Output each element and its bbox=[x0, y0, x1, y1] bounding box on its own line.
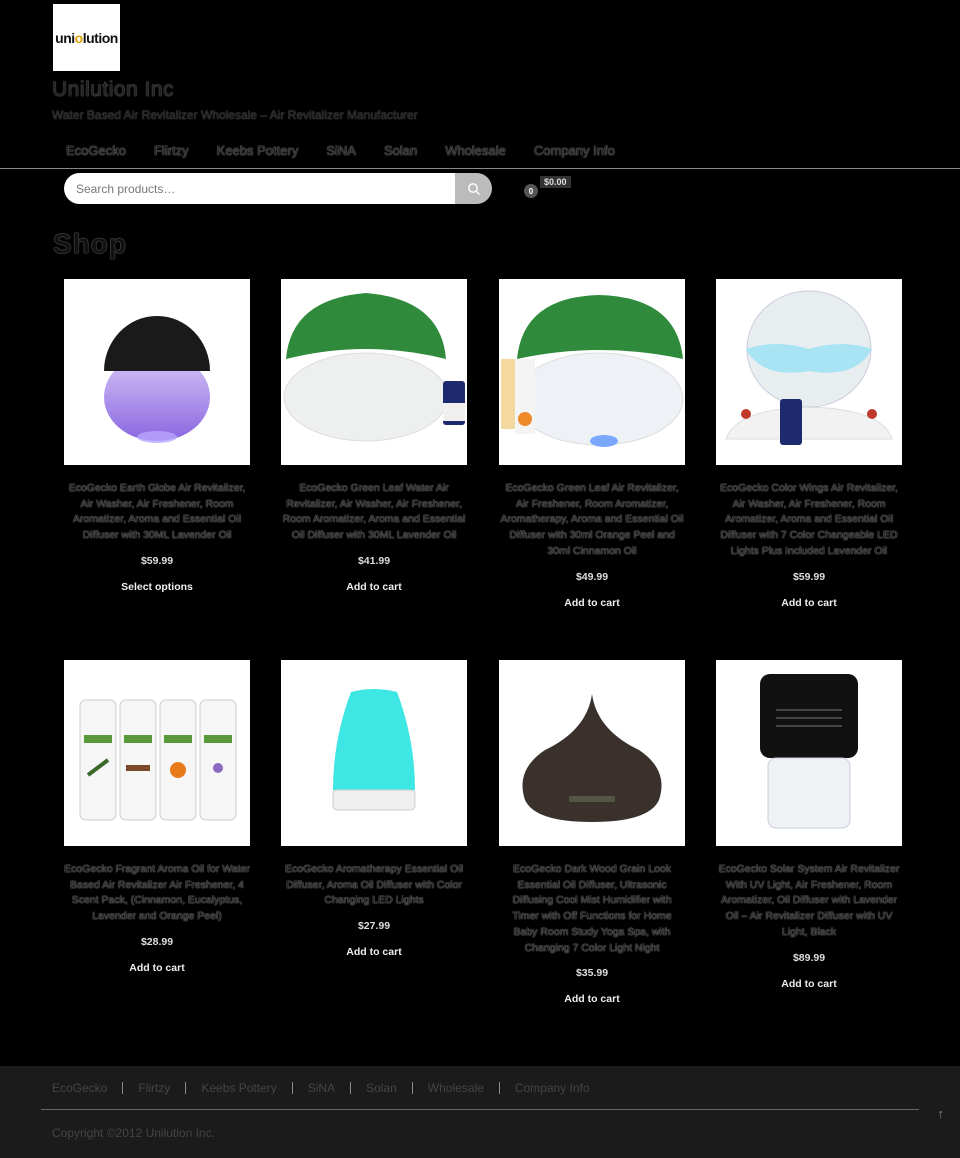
product-title[interactable]: EcoGecko Earth Globe Air Revitalizer, Ai… bbox=[64, 481, 250, 544]
search-button[interactable] bbox=[455, 173, 492, 204]
product-price: $27.99 bbox=[357, 920, 391, 933]
logo-text: uniolution bbox=[55, 29, 118, 46]
page-title: Shop bbox=[53, 228, 127, 259]
search-icon bbox=[467, 182, 480, 195]
add-to-cart-button[interactable]: Add to cart bbox=[64, 962, 250, 974]
product-price: $59.99 bbox=[140, 554, 174, 567]
product-card: EcoGecko Aromatherapy Essential Oil Diff… bbox=[281, 660, 467, 958]
nav-item-ecogecko[interactable]: EcoGecko bbox=[52, 140, 140, 161]
product-card: EcoGecko Dark Wood Grain Look Essential … bbox=[499, 660, 685, 1005]
footer-link-flirtzy[interactable]: Flirtzy bbox=[138, 1081, 170, 1095]
product-price: $49.99 bbox=[575, 570, 609, 583]
product-title[interactable]: EcoGecko Solar System Air Revitalizer Wi… bbox=[716, 862, 902, 941]
cart-count-badge: 0 bbox=[524, 184, 538, 198]
product-price: $28.99 bbox=[140, 935, 174, 948]
add-to-cart-button[interactable]: Add to cart bbox=[499, 993, 685, 1005]
product-title[interactable]: EcoGecko Dark Wood Grain Look Essential … bbox=[499, 862, 685, 956]
product-card: EcoGecko Fragrant Aroma Oil for Water Ba… bbox=[64, 660, 250, 974]
product-price: $41.99 bbox=[357, 554, 391, 567]
footer-link-sina[interactable]: SiNA bbox=[308, 1081, 335, 1095]
add-to-cart-button[interactable]: Add to cart bbox=[716, 978, 902, 990]
product-title[interactable]: EcoGecko Fragrant Aroma Oil for Water Ba… bbox=[64, 862, 250, 925]
product-card: EcoGecko Earth Globe Air Revitalizer, Ai… bbox=[64, 279, 250, 593]
cart-total: $0.00 bbox=[540, 176, 571, 188]
arrow-up-icon[interactable]: ↑ bbox=[938, 1106, 945, 1121]
product-card: EcoGecko Color Wings Air Revitalizer, Ai… bbox=[716, 279, 902, 609]
footer-nav: EcoGecko Flirtzy Keebs Pottery SiNA Sola… bbox=[52, 1081, 590, 1095]
add-to-cart-button[interactable]: Add to cart bbox=[499, 597, 685, 609]
footer-separator bbox=[122, 1082, 124, 1094]
product-title[interactable]: EcoGecko Color Wings Air Revitalizer, Ai… bbox=[716, 481, 902, 560]
primary-nav: EcoGecko Flirtzy Keebs Pottery SiNA Sola… bbox=[52, 140, 629, 161]
product-price: $89.99 bbox=[792, 951, 826, 964]
footer-separator bbox=[185, 1082, 187, 1094]
product-card: EcoGecko Green Leaf Air Revitalizer, Air… bbox=[499, 279, 685, 609]
nav-item-company-info[interactable]: Company Info bbox=[520, 140, 629, 161]
site-title[interactable]: Unilution Inc bbox=[52, 78, 174, 102]
add-to-cart-button[interactable]: Add to cart bbox=[281, 946, 467, 958]
product-title[interactable]: EcoGecko Aromatherapy Essential Oil Diff… bbox=[281, 862, 467, 909]
product-price: $59.99 bbox=[792, 570, 826, 583]
footer-link-ecogecko[interactable]: EcoGecko bbox=[52, 1081, 107, 1095]
site-footer: EcoGecko Flirtzy Keebs Pottery SiNA Sola… bbox=[0, 1066, 960, 1158]
nav-item-flirtzy[interactable]: Flirtzy bbox=[140, 140, 203, 161]
footer-separator bbox=[350, 1082, 352, 1094]
nav-item-sina[interactable]: SiNA bbox=[312, 140, 370, 161]
nav-item-solan[interactable]: Solan bbox=[370, 140, 431, 161]
add-to-cart-button[interactable]: Add to cart bbox=[716, 597, 902, 609]
footer-divider bbox=[41, 1109, 919, 1110]
product-title[interactable]: EcoGecko Green Leaf Air Revitalizer, Air… bbox=[499, 481, 685, 560]
footer-separator bbox=[291, 1082, 293, 1094]
product-title[interactable]: EcoGecko Green Leaf Water Air Revitalize… bbox=[281, 481, 467, 544]
nav-item-wholesale[interactable]: Wholesale bbox=[431, 140, 520, 161]
footer-link-wholesale[interactable]: Wholesale bbox=[428, 1081, 484, 1095]
site-description: Water Based Air Revitalizer Wholesale – … bbox=[52, 108, 418, 122]
product-card: EcoGecko Solar System Air Revitalizer Wi… bbox=[716, 660, 902, 990]
product-price: $35.99 bbox=[575, 967, 609, 980]
product-image[interactable] bbox=[716, 660, 902, 846]
footer-separator bbox=[411, 1082, 413, 1094]
product-card: EcoGecko Green Leaf Water Air Revitalize… bbox=[281, 279, 467, 593]
product-image[interactable] bbox=[499, 660, 685, 846]
product-image[interactable] bbox=[64, 660, 250, 846]
product-image[interactable] bbox=[281, 279, 467, 465]
site-logo[interactable]: uniolution bbox=[53, 4, 120, 71]
nav-divider bbox=[0, 168, 960, 169]
nav-item-keebs-pottery[interactable]: Keebs Pottery bbox=[203, 140, 313, 161]
footer-link-solan[interactable]: Solan bbox=[366, 1081, 397, 1095]
product-search bbox=[64, 173, 492, 204]
add-to-cart-button[interactable]: Add to cart bbox=[281, 581, 467, 593]
search-input[interactable] bbox=[64, 173, 455, 204]
product-image[interactable] bbox=[64, 279, 250, 465]
product-image[interactable] bbox=[281, 660, 467, 846]
select-options-button[interactable]: Select options bbox=[64, 581, 250, 593]
footer-link-company-info[interactable]: Company Info bbox=[515, 1081, 590, 1095]
product-image[interactable] bbox=[499, 279, 685, 465]
footer-link-keebs-pottery[interactable]: Keebs Pottery bbox=[201, 1081, 276, 1095]
copyright-text: Copyright ©2012 Unilution Inc. bbox=[52, 1126, 215, 1140]
product-image[interactable] bbox=[716, 279, 902, 465]
footer-separator bbox=[498, 1082, 500, 1094]
